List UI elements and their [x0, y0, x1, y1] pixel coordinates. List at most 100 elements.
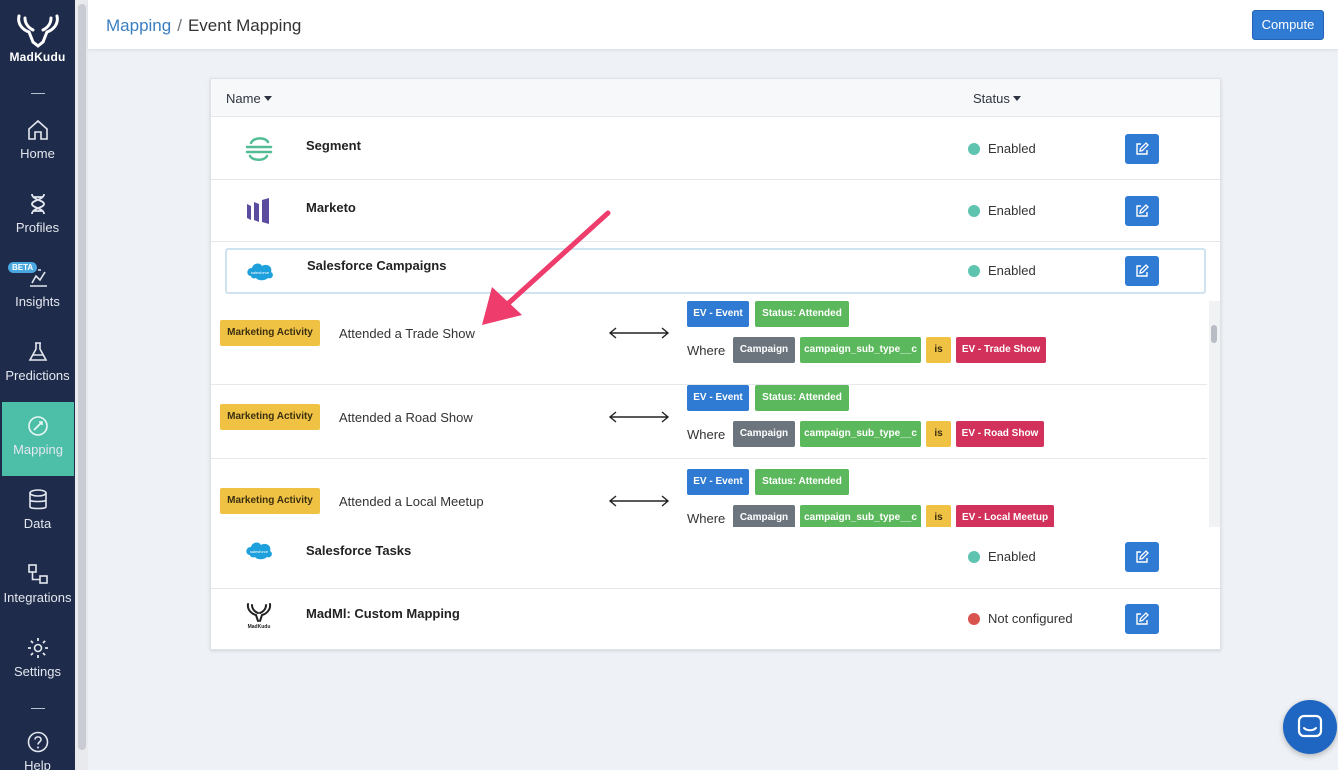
status-dot [968, 551, 980, 563]
activity-type-tag: Marketing Activity [220, 320, 320, 346]
edit-button[interactable] [1125, 604, 1159, 634]
caret-down-icon [263, 96, 272, 101]
annotation-arrow-icon [482, 210, 611, 325]
table-row[interactable]: MadKudu MadMl: Custom Mapping Not config… [211, 589, 1220, 650]
event-tag: EV - Event [687, 385, 749, 411]
where-label: Where [687, 427, 726, 442]
sidebar-item-settings[interactable]: Settings [0, 624, 75, 698]
event-name: Attended a Local Meetup [339, 494, 484, 509]
madkudu-antlers-icon [16, 14, 59, 48]
status-cell: Enabled [968, 203, 1036, 218]
sidebar-item-label: Help [24, 758, 51, 770]
edit-icon [1136, 204, 1149, 217]
integration-name: Segment [306, 138, 361, 153]
object-tag: Campaign [733, 421, 795, 447]
column-header-status[interactable]: Status [973, 91, 1021, 106]
sidebar-item-label: Integrations [3, 590, 72, 605]
sidebar-item-label: Insights [15, 294, 60, 309]
sidebar-item-label: Settings [14, 664, 61, 679]
column-header-status-label: Status [973, 91, 1010, 106]
status-cell: Enabled [968, 549, 1036, 564]
status-tag: Status: Attended [755, 469, 849, 495]
status-label: Enabled [988, 263, 1036, 278]
marketo-logo [247, 198, 269, 224]
mappings-scrollbar-thumb[interactable] [1211, 325, 1217, 343]
operator-tag: is [926, 421, 951, 447]
edit-button[interactable] [1125, 542, 1159, 572]
sidebar-item-label: Mapping [13, 442, 63, 457]
breadcrumb-current: Event Mapping [187, 16, 302, 35]
sidebar-item-home[interactable]: Home [0, 106, 75, 180]
edit-button[interactable] [1125, 196, 1159, 226]
status-label: Enabled [988, 549, 1036, 564]
status-dot [968, 143, 980, 155]
madkudu-logo[interactable]: MadKudu [0, 14, 75, 64]
madkudu-logo-text: MadKudu [248, 624, 271, 630]
breadcrumb-link-mapping[interactable]: Mapping [106, 16, 171, 35]
status-label: Enabled [988, 141, 1036, 156]
campaign-mappings-list: Marketing Activity Attended a Trade Show… [211, 301, 1220, 527]
status-cell: Not configured [968, 611, 1073, 626]
integration-name: Salesforce Campaigns [307, 258, 447, 273]
salesforce-logo: salesforce [246, 542, 272, 560]
sidebar: MadKudu Home Profiles Insights BETA Pred… [0, 0, 75, 770]
column-header-name-label: Name [226, 91, 261, 106]
field-tag: campaign_sub_type__c [800, 337, 921, 363]
status-cell: Enabled [968, 263, 1036, 278]
mapping-row[interactable]: Marketing Activity Attended a Road Show … [211, 375, 1207, 459]
activity-type-tag: Marketing Activity [220, 404, 320, 430]
sidebar-item-label: Home [20, 146, 55, 161]
sidebar-item-help[interactable]: Help [0, 718, 75, 770]
table-row-selected[interactable]: salesforce Salesforce Campaigns Enabled [225, 248, 1206, 294]
field-tag: campaign_sub_type__c [800, 505, 921, 527]
status-label: Enabled [988, 203, 1036, 218]
breadcrumb: Mapping / Event Mapping [106, 16, 301, 36]
value-tag: EV - Road Show [956, 421, 1044, 447]
operator-tag: is [926, 505, 951, 527]
activity-type-tag: Marketing Activity [220, 488, 320, 514]
breadcrumb-separator: / [177, 16, 182, 35]
sidebar-item-profiles[interactable]: Profiles [0, 180, 75, 254]
flask-icon [28, 342, 47, 361]
logo-text: MadKudu [9, 50, 66, 64]
event-tag: EV - Event [687, 301, 749, 327]
integrations-icon [27, 564, 48, 584]
table-row[interactable]: Segment Enabled [211, 118, 1220, 180]
value-tag: EV - Trade Show [956, 337, 1046, 363]
sidebar-item-data[interactable]: Data [0, 476, 75, 550]
sidebar-item-predictions[interactable]: Predictions [0, 328, 75, 402]
salesforce-logo: salesforce [247, 263, 273, 281]
mapping-icon [28, 416, 48, 436]
salesforce-logo-text: salesforce [250, 549, 269, 554]
value-tag: EV - Local Meetup [956, 505, 1054, 527]
table-row[interactable]: Marketo Enabled [211, 180, 1220, 242]
status-cell: Enabled [968, 141, 1036, 156]
sidebar-divider [31, 708, 45, 709]
mapping-row[interactable]: Marketing Activity Attended a Local Meet… [211, 459, 1207, 527]
sidebar-scrollbar-thumb[interactable] [78, 4, 86, 750]
chat-icon [1297, 714, 1323, 738]
sidebar-item-label: Data [23, 516, 52, 531]
edit-icon [1136, 550, 1149, 563]
operator-tag: is [926, 337, 951, 363]
column-header-name[interactable]: Name [226, 91, 272, 106]
status-dot [968, 265, 980, 277]
sidebar-item-label: Predictions [5, 368, 70, 383]
integration-name: MadMl: Custom Mapping [306, 606, 460, 621]
status-dot [968, 613, 980, 625]
database-icon [28, 489, 47, 510]
edit-icon [1136, 264, 1149, 277]
segment-logo [245, 137, 273, 161]
madkudu-logo: MadKudu [246, 603, 272, 630]
table-row[interactable]: salesforce Salesforce Tasks Enabled [211, 527, 1220, 589]
edit-button[interactable] [1125, 134, 1159, 164]
sidebar-item-integrations[interactable]: Integrations [0, 550, 75, 624]
status-tag: Status: Attended [755, 385, 849, 411]
chat-launcher-button[interactable] [1283, 700, 1337, 754]
beta-badge: BETA [8, 262, 38, 273]
edit-button[interactable] [1125, 256, 1159, 286]
compute-button[interactable]: Compute [1252, 10, 1324, 40]
mapping-row[interactable]: Marketing Activity Attended a Trade Show… [211, 301, 1207, 385]
sidebar-item-mapping[interactable]: Mapping [2, 402, 74, 476]
status-dot [968, 205, 980, 217]
